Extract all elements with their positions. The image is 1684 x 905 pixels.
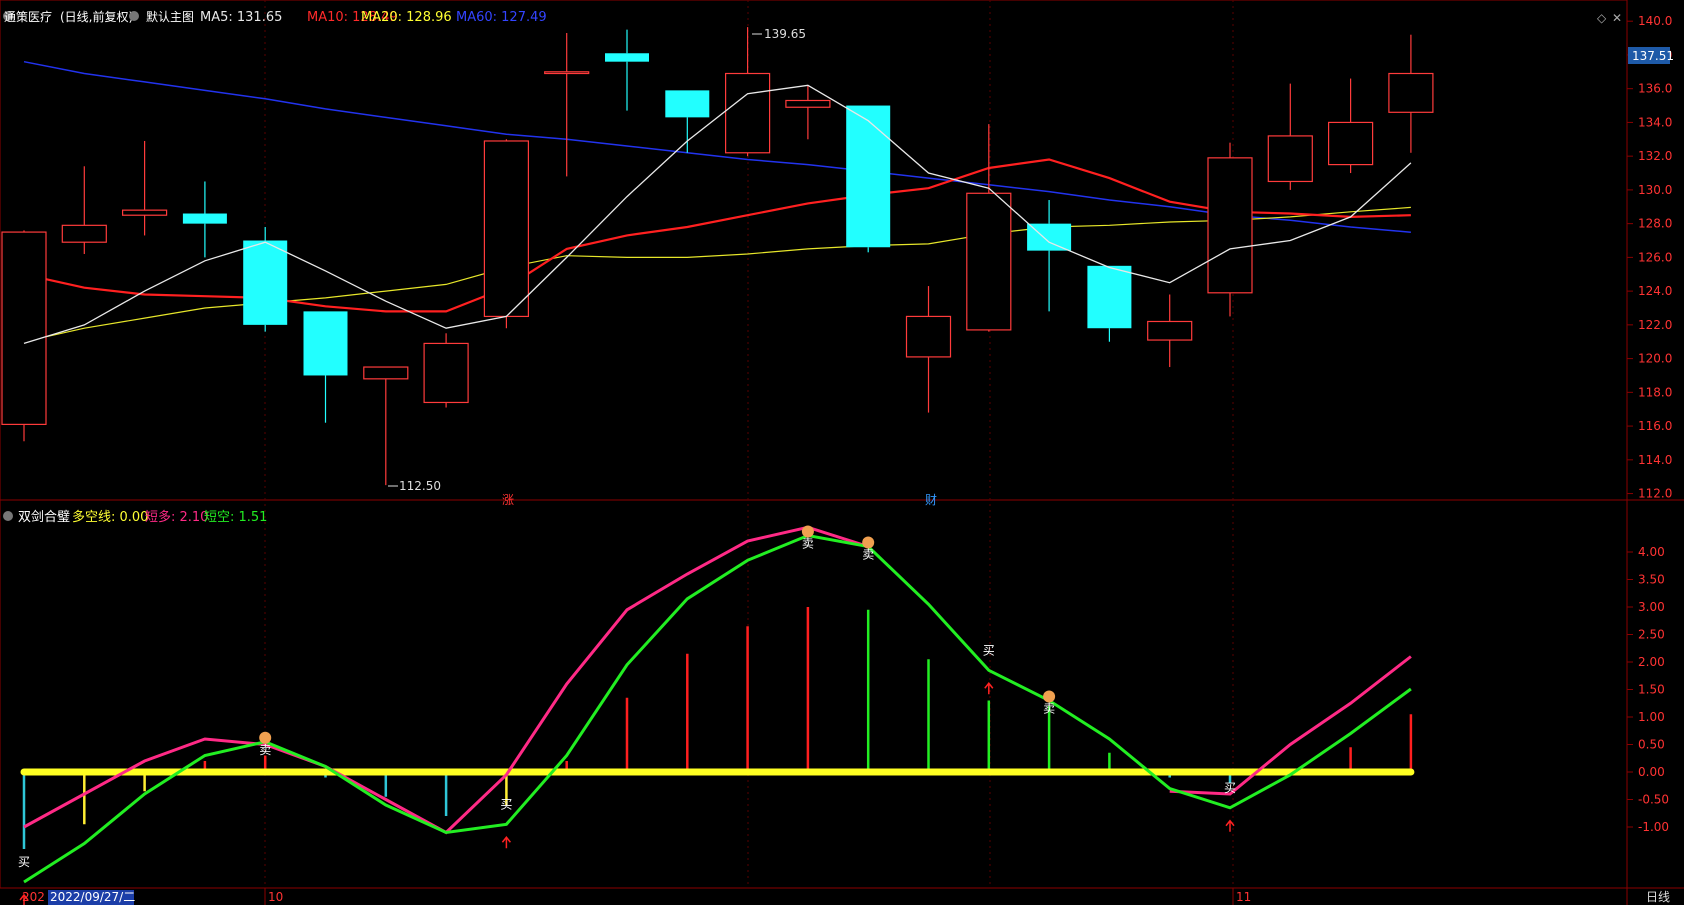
- month-label-10: 10: [268, 890, 283, 904]
- candle[interactable]: [1, 230, 47, 442]
- svg-text:卖: 卖: [1043, 702, 1055, 716]
- price-tick-label: 124.0: [1638, 284, 1672, 298]
- cursor-date-label: 2022/09/27/二: [50, 890, 135, 904]
- svg-text:卖: 卖: [862, 548, 874, 562]
- price-tick-label: 112.0: [1638, 487, 1672, 501]
- sub-title: 双剑合璧: [18, 509, 70, 525]
- indicator-icon[interactable]: [129, 11, 139, 21]
- sub-legend: 双剑合璧 多空线: 0.00 短多: 2.10 短空: 1.51: [3, 509, 267, 525]
- price-tick-label: 114.0: [1638, 453, 1672, 467]
- close-icon[interactable]: ✕: [1612, 11, 1622, 25]
- event-marker-cai[interactable]: 财: [925, 493, 937, 507]
- stock-title: 通策医疗: [4, 10, 52, 24]
- price-tick-label: 116.0: [1638, 419, 1672, 433]
- candle[interactable]: [423, 333, 469, 408]
- ma20-label: MA20: 128.96: [361, 10, 452, 25]
- stock-mode: (日线,前复权): [60, 9, 133, 24]
- month-label-11: 11: [1236, 890, 1251, 904]
- sell-signal: 卖: [801, 525, 814, 551]
- price-tick-label: 120.0: [1638, 352, 1672, 366]
- osc-tick-label: 1.50: [1638, 683, 1665, 697]
- price-tick-label: 122.0: [1638, 318, 1672, 332]
- price-tick-label: 118.0: [1638, 385, 1672, 399]
- osc-tick-label: 0.50: [1638, 738, 1665, 752]
- duanduo-label: 短多: 2.10: [145, 509, 208, 525]
- price-tick-label: 128.0: [1638, 217, 1672, 231]
- sell-signal: 卖: [1043, 690, 1055, 716]
- indicator-name: 默认主图: [146, 9, 194, 24]
- duokong-label: 多空线: 0.00: [72, 509, 148, 525]
- price-tick-label: 134.0: [1638, 115, 1672, 129]
- event-marker-zhang[interactable]: 涨: [502, 492, 514, 507]
- price-tick-label: 140.0: [1638, 14, 1672, 28]
- duankong-label: 短空: 1.51: [204, 510, 267, 525]
- low-price-mark: 112.50: [399, 479, 441, 493]
- osc-tick-label: 1.00: [1638, 710, 1665, 724]
- diamond-icon[interactable]: ◇: [1597, 11, 1607, 25]
- svg-text:买: 买: [18, 855, 30, 869]
- svg-text:买: 买: [500, 797, 512, 811]
- price-tick-label: 130.0: [1638, 183, 1672, 197]
- osc-tick-label: 4.00: [1638, 545, 1665, 559]
- price-tick-label: 132.0: [1638, 149, 1672, 163]
- svg-text:买: 买: [1224, 781, 1236, 795]
- stock-chart[interactable]: 112.0 114.0 116.0 118.0 120.0 122.0 124.0 126.0…: [0, 0, 1684, 905]
- last-price-value: 137.51: [1632, 49, 1674, 63]
- osc-tick-label: 2.00: [1638, 655, 1665, 669]
- candle[interactable]: [846, 105, 891, 253]
- svg-text:买: 买: [983, 643, 995, 657]
- osc-tick-label: 3.00: [1638, 600, 1665, 614]
- period-button[interactable]: 日线: [1646, 890, 1670, 904]
- osc-tick-label: 3.50: [1638, 573, 1665, 587]
- high-price-mark: 139.65: [764, 27, 806, 41]
- sub-collapse-icon[interactable]: [3, 511, 13, 521]
- sell-signal: 卖: [862, 536, 874, 562]
- svg-text:卖: 卖: [259, 743, 271, 757]
- last-price-tag: 137.51: [1628, 47, 1674, 64]
- first-date-label: 202: [22, 890, 45, 904]
- candle[interactable]: [1207, 142, 1253, 317]
- osc-tick-label: -1.00: [1638, 820, 1669, 834]
- svg-text:卖: 卖: [802, 537, 814, 551]
- ma60-label: MA60: 127.49: [456, 10, 547, 25]
- candle[interactable]: [483, 139, 529, 329]
- osc-tick-label: -0.50: [1638, 793, 1669, 807]
- price-tick-label: 136.0: [1638, 82, 1672, 96]
- osc-tick-label: 2.50: [1638, 628, 1665, 642]
- price-tick-label: 126.0: [1638, 250, 1672, 264]
- ma5-label: MA5: 131.65: [200, 10, 282, 25]
- sell-signal: 卖: [259, 731, 271, 757]
- osc-tick-label: 0.00: [1638, 765, 1665, 779]
